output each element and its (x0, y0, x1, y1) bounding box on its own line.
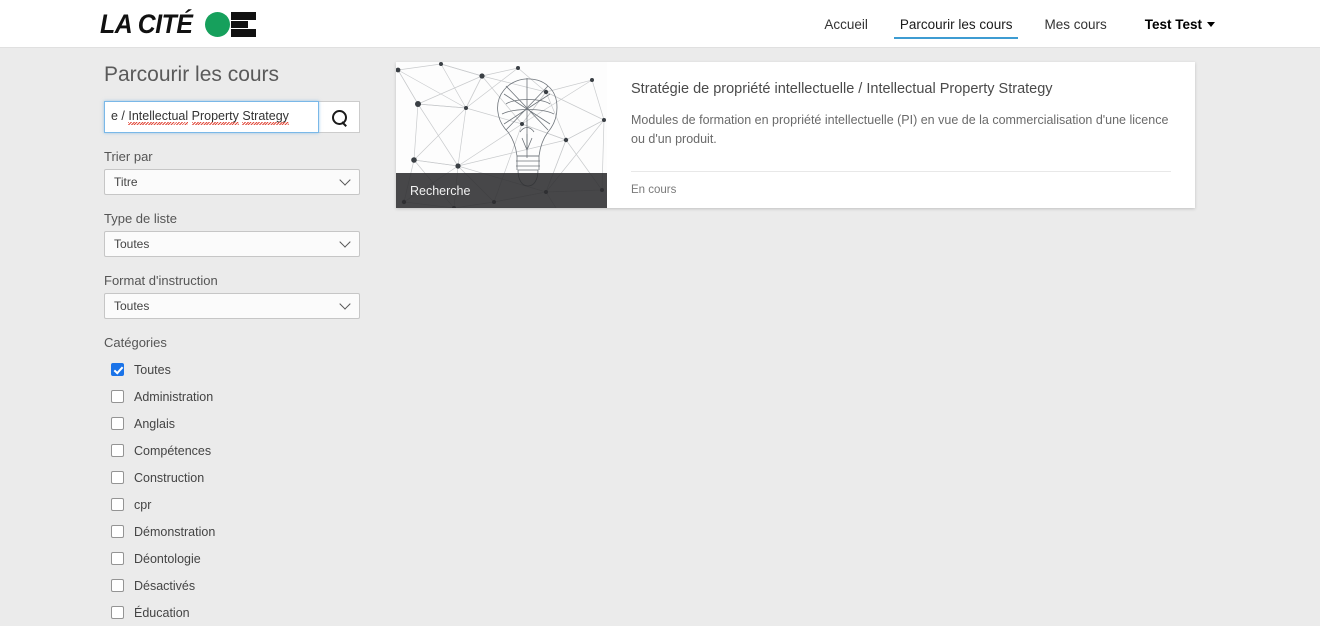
search-button[interactable] (319, 101, 360, 134)
checkbox-icon[interactable] (111, 471, 124, 485)
category-label: Démonstration (134, 524, 216, 539)
categories-label: Catégories (104, 335, 167, 351)
chevron-down-icon (339, 298, 351, 310)
category-label: Construction (134, 470, 205, 485)
chevron-down-icon (339, 236, 351, 248)
nav-item-parcourir-les-cours[interactable]: Parcourir les cours (884, 3, 1029, 46)
category-item-competences[interactable]: Compétences (104, 437, 362, 464)
logo-green-dot-icon (204, 11, 230, 37)
search-input-value: e / Intellectual Property Strategy (111, 109, 289, 123)
category-label: Anglais (134, 416, 175, 431)
nav-item-accueil[interactable]: Accueil (808, 3, 884, 46)
category-item-desactives[interactable]: Désactivés (104, 572, 362, 599)
category-label: Toutes (134, 362, 171, 377)
checkbox-icon[interactable] (111, 552, 124, 566)
instruction-format-select[interactable]: Toutes (104, 293, 360, 320)
filter-label-type-de-liste: Type de liste (104, 211, 177, 227)
course-description: Modules de formation en propriété intell… (631, 112, 1169, 147)
category-item-cpr[interactable]: cpr (104, 491, 362, 518)
sort-by-value: Titre (114, 175, 138, 190)
checkbox-icon[interactable] (111, 390, 124, 404)
search-word-2: Property (191, 109, 239, 124)
checkbox-icon[interactable] (111, 606, 124, 620)
course-card[interactable]: Recherche Stratégie de propriété intelle… (396, 62, 1195, 208)
list-type-value: Toutes (114, 237, 150, 252)
user-menu-button[interactable]: Test Test (1123, 3, 1215, 46)
course-card-body: Stratégie de propriété intellectuelle / … (607, 62, 1195, 208)
chevron-down-icon (1207, 22, 1215, 28)
chevron-down-icon (339, 174, 351, 186)
search-row: e / Intellectual Property Strategy (104, 101, 360, 134)
category-item-toutes[interactable]: Toutes (104, 356, 362, 383)
search-input[interactable]: e / Intellectual Property Strategy (104, 101, 319, 134)
filters-sidebar: Parcourir les cours e / Intellectual Pro… (104, 62, 362, 626)
category-label: Désactivés (134, 578, 196, 593)
category-item-construction[interactable]: Construction (104, 464, 362, 491)
course-title: Stratégie de propriété intellectuelle / … (631, 81, 1053, 97)
checkbox-icon[interactable] (111, 525, 124, 539)
page-title: Parcourir les cours (104, 63, 280, 86)
category-item-anglais[interactable]: Anglais (104, 410, 362, 437)
logo-text: LA CITÉ (100, 8, 193, 39)
category-item-deontologie[interactable]: Déontologie (104, 545, 362, 572)
filter-label-trier-par: Trier par (104, 149, 153, 165)
search-word-1: Intellectual (128, 109, 189, 124)
checkbox-icon[interactable] (111, 417, 124, 431)
category-label: Administration (134, 389, 214, 404)
course-category-tag: Recherche (396, 173, 607, 208)
category-label: Déontologie (134, 551, 201, 566)
nav-item-mes-cours[interactable]: Mes cours (1028, 3, 1122, 46)
site-header: LA CITÉ Accueil Parcourir les cours Mes … (0, 0, 1320, 48)
search-word-3: Strategy (242, 109, 289, 124)
course-status: En cours (631, 184, 677, 196)
main-navigation: Accueil Parcourir les cours Mes cours Te… (808, 0, 1215, 48)
category-label: cpr (134, 497, 152, 512)
checkbox-icon[interactable] (111, 498, 124, 512)
checkbox-icon[interactable] (111, 579, 124, 593)
sort-by-select[interactable]: Titre (104, 169, 360, 196)
category-item-education[interactable]: Éducation (104, 599, 362, 626)
logo[interactable]: LA CITÉ (100, 8, 256, 40)
course-category-tag-label: Recherche (410, 183, 471, 198)
card-divider (631, 171, 1171, 172)
checkbox-icon[interactable] (111, 444, 124, 458)
course-thumbnail: Recherche (396, 62, 607, 208)
category-item-administration[interactable]: Administration (104, 383, 362, 410)
list-type-select[interactable]: Toutes (104, 231, 360, 258)
category-label: Éducation (134, 605, 190, 620)
user-menu-label: Test Test (1144, 16, 1202, 32)
category-item-demonstration[interactable]: Démonstration (104, 518, 362, 545)
instruction-format-value: Toutes (114, 299, 150, 314)
search-text-prefix: e / (111, 109, 129, 124)
logo-mark-icon (230, 11, 256, 37)
checkbox-icon[interactable] (111, 363, 124, 377)
filter-label-format-instruction: Format d'instruction (104, 273, 218, 289)
category-label: Compétences (134, 443, 212, 458)
search-icon (331, 109, 347, 125)
